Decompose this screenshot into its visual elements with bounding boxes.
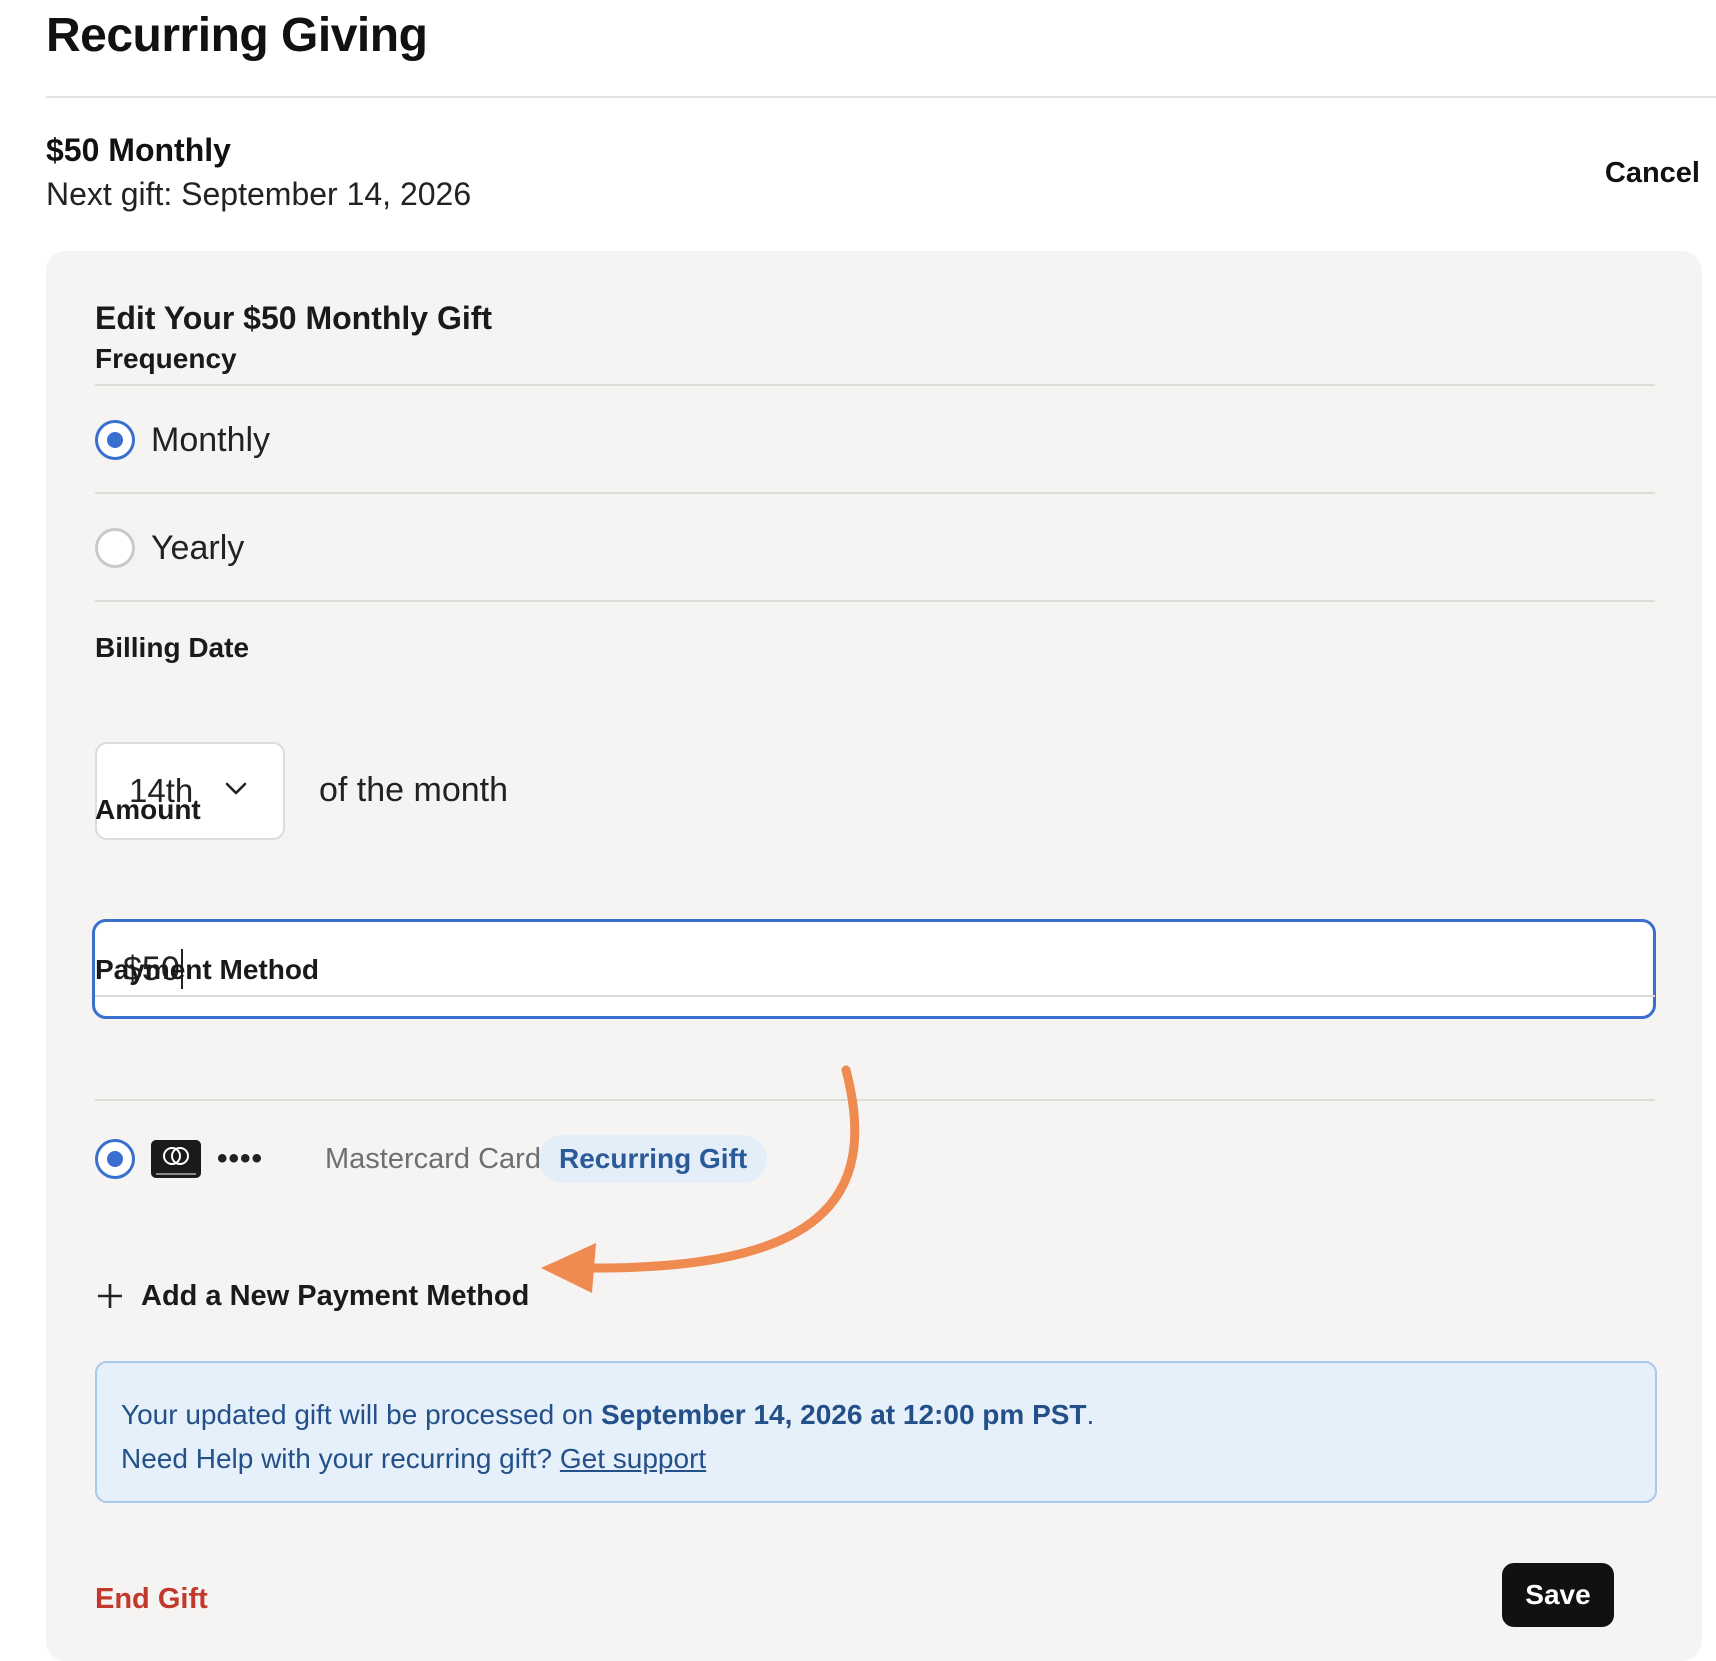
- divider: [95, 492, 1655, 494]
- processing-info-line: Your updated gift will be processed on S…: [121, 1393, 1631, 1437]
- info-text: Need Help with your recurring gift?: [121, 1443, 560, 1474]
- help-info-line: Need Help with your recurring gift? Get …: [121, 1437, 1631, 1481]
- add-payment-method-label: Add a New Payment Method: [141, 1279, 530, 1312]
- edit-gift-panel: Edit Your $50 Monthly Gift Frequency Mon…: [46, 251, 1702, 1661]
- recurring-gift-badge: Recurring Gift: [539, 1135, 768, 1183]
- save-button[interactable]: Save: [1502, 1563, 1614, 1627]
- amount-label: Amount: [95, 794, 201, 825]
- frequency-option-yearly[interactable]: Yearly: [95, 518, 244, 578]
- mastercard-icon: [151, 1140, 201, 1178]
- radio-monthly[interactable]: [95, 420, 135, 460]
- plus-icon: [98, 1284, 122, 1308]
- payment-method-label: Payment Method: [95, 954, 320, 985]
- next-gift-date: Next gift: September 14, 2026: [46, 176, 472, 212]
- get-support-link[interactable]: Get support: [560, 1443, 706, 1474]
- frequency-label: Frequency: [95, 343, 237, 374]
- divider: [95, 1099, 1655, 1101]
- info-text: .: [1086, 1399, 1095, 1430]
- cancel-button[interactable]: Cancel: [1605, 157, 1700, 190]
- frequency-option-label: Yearly: [151, 528, 245, 567]
- processing-date: September 14, 2026 at 12:00 pm PST: [600, 1399, 1087, 1430]
- divider: [95, 384, 1655, 386]
- radio-payment-card[interactable]: [95, 1139, 135, 1179]
- processing-info-box: Your updated gift will be processed on S…: [95, 1361, 1657, 1503]
- card-masked-number: ••••: [217, 1142, 264, 1175]
- end-gift-button[interactable]: End Gift: [95, 1583, 208, 1616]
- divider: [95, 600, 1655, 602]
- chevron-down-icon: [225, 782, 247, 795]
- frequency-option-label: Monthly: [151, 420, 271, 459]
- frequency-option-monthly[interactable]: Monthly: [95, 410, 270, 470]
- divider: [95, 995, 1655, 997]
- billing-date-suffix: of the month: [319, 771, 509, 809]
- gift-summary-amount: $50 Monthly: [46, 132, 231, 168]
- edit-gift-title: Edit Your $50 Monthly Gift: [95, 300, 493, 336]
- title-divider: [46, 96, 1716, 98]
- add-payment-method-button[interactable]: Add a New Payment Method: [95, 1271, 529, 1321]
- card-name: Mastercard Card: [325, 1142, 541, 1175]
- page-title: Recurring Giving: [46, 9, 428, 62]
- info-text: Your updated gift will be processed on: [121, 1399, 601, 1430]
- payment-method-option[interactable]: •••• Mastercard Card Recurring Gift: [95, 1129, 768, 1189]
- amount-input[interactable]: $50: [92, 919, 1656, 1019]
- billing-date-label: Billing Date: [95, 632, 250, 663]
- radio-yearly[interactable]: [95, 528, 135, 568]
